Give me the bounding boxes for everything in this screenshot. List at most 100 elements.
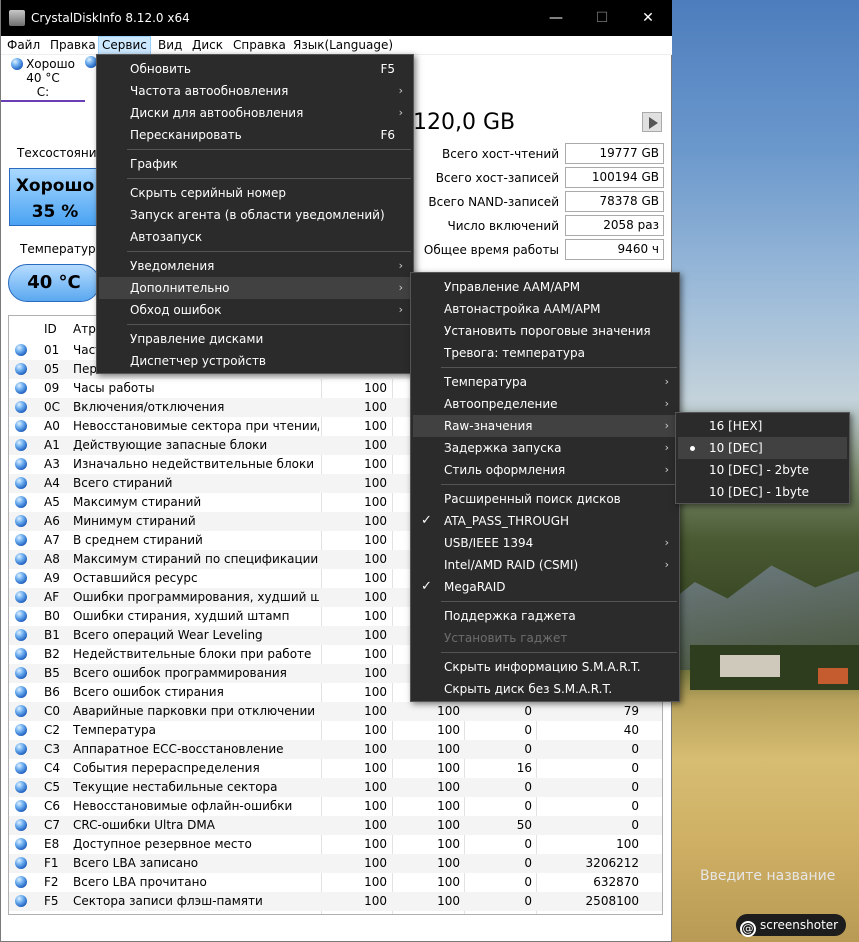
status-orb-icon [15,876,27,888]
table-row[interactable]: C2 Температура 100 100 0 40 [9,721,662,740]
menu-help[interactable]: Справка [233,38,286,52]
cell-id: B1 [44,628,60,642]
menu-item-graph[interactable]: График [97,153,413,175]
menu-item-thresholds[interactable]: Установить пороговые значения [411,320,679,342]
cell-current: 100 [364,609,387,623]
cell-id: F2 [44,875,59,889]
menu-item-rescan[interactable]: Пересканировать F6 [97,124,413,146]
menu-item-autostart[interactable]: Автозапуск [97,226,413,248]
menu-item-autorefresh-frequency[interactable]: Частота автообновления › [97,80,413,102]
menu-item-disk-management[interactable]: Управление дисками [97,328,413,350]
menu-item-notifications[interactable]: Уведомления › [97,255,413,277]
menu-item-label: 10 [DEC] - 2byte [709,463,810,477]
minimize-button[interactable]: — [533,0,579,36]
cell-id: C4 [44,761,61,775]
menu-language[interactable]: Язык(Language) [293,38,393,52]
table-row[interactable]: C4 События перераспределения 100 100 16 0 [9,759,662,778]
table-row[interactable]: C7 CRC-ошибки Ultra DMA 100 100 50 0 [9,816,662,835]
menu-item-advanced[interactable]: Дополнительно › [99,277,411,299]
status-orb-icon [15,762,27,774]
menu-item-raw-values[interactable]: Raw-значения › [413,415,677,437]
cell-id: A0 [44,419,60,433]
menu-item-error-bypass[interactable]: Обход ошибок › [97,299,413,321]
menu-service[interactable]: Сервис [98,36,151,55]
table-row[interactable]: F2 Всего LBA прочитано 100 100 0 632870 [9,873,662,892]
menu-edit[interactable]: Правка [50,38,96,52]
menu-item-label: Расширенный поиск дисков [444,492,621,506]
chevron-right-icon: › [398,106,403,119]
menu-item-usb[interactable]: USB/IEEE 1394 › [411,532,679,554]
menu-item-raw-dec[interactable]: 10 [DEC] [678,437,847,459]
menu-item-raw-dec-1byte[interactable]: 10 [DEC] - 1byte [676,481,849,503]
advanced-submenu: Управление AAM/APM Автонастройка AAM/APM… [410,272,680,702]
menu-item-ata-pass-through[interactable]: ✓ ATA_PASS_THROUGH [411,510,679,532]
menu-item-alarm-temperature[interactable]: Тревога: температура [411,342,679,364]
table-row[interactable]: C5 Текущие нестабильные сектора 100 100 0 0 [9,778,662,797]
title-bar[interactable]: CrystalDiskInfo 8.12.0 x64 — ☐ ✕ [1,0,672,36]
cell-attribute: Максимум стираний [73,495,202,509]
cell-attribute: Сектора записи флэш-памяти [73,894,263,908]
menu-separator [127,178,411,179]
menu-item-style[interactable]: Стиль оформления › [411,459,679,481]
header-id[interactable]: ID [44,320,57,339]
disk-tab-c[interactable]: Хорошо 40 °C C: [1,56,85,102]
menu-item-autodetect[interactable]: Автоопределение › [411,393,679,415]
cell-raw: 632870 [593,875,639,889]
menu-item-label: ATA_PASS_THROUGH [444,514,570,528]
stat-value: 2058 раз [565,215,664,236]
cell-id: 05 [44,362,60,376]
menu-item-device-manager[interactable]: Диспетчер устройств [97,350,413,372]
cell-current: 100 [364,723,387,737]
table-row[interactable]: E8 Доступное резервное место 100 100 0 100 [9,835,662,854]
menu-item-startup-delay[interactable]: Задержка запуска › [411,437,679,459]
menu-item-refresh[interactable]: Обновить F5 [97,58,413,80]
menu-item-raw-hex[interactable]: 16 [HEX] [676,415,849,437]
menu-item-hide-no-smart[interactable]: Скрыть диск без S.M.A.R.T. [411,678,679,700]
menu-item-label: Автоопределение [444,397,558,411]
menu-item-agent[interactable]: Запуск агента (в области уведомлений) [97,204,413,226]
menu-item-install-gadget: Установить гаджет [411,627,679,649]
menu-item-gadget-support[interactable]: Поддержка гаджета [411,605,679,627]
health-status-box[interactable]: Хорошо 35 % [9,168,101,226]
menu-separator [441,601,677,602]
cell-current: 100 [364,400,387,414]
status-orb-icon [15,553,27,565]
chevron-right-icon: › [664,536,669,549]
menu-item-label: 10 [DEC] - 1byte [709,485,810,499]
table-row[interactable]: C3 Аппаратное ECC-восстановление 100 100 0 0 [9,740,662,759]
chevron-right-icon: › [398,259,403,272]
cell-threshold: 0 [524,837,532,851]
cell-id: E8 [44,837,60,851]
menu-file[interactable]: Файл [7,38,40,52]
cell-current: 100 [364,856,387,870]
chevron-right-icon: › [664,419,669,432]
menu-item-aam-auto[interactable]: Автонастройка AAM/APM [411,298,679,320]
table-row[interactable]: C0 Аварийные парковки при отключении пи..… [9,702,662,721]
maximize-button[interactable]: ☐ [579,0,625,36]
menu-item-hide-smart[interactable]: Скрыть информацию S.M.A.R.T. [411,656,679,678]
table-row[interactable]: C6 Невосстановимые офлайн-ошибки 100 100 0 0 [9,797,662,816]
menu-disk[interactable]: Диск [192,38,223,52]
menu-item-aam-apm[interactable]: Управление AAM/APM [411,276,679,298]
menu-item-label: Управление AAM/APM [444,280,581,294]
close-button[interactable]: ✕ [625,0,671,36]
cell-current: 100 [364,476,387,490]
menu-item-extended-search[interactable]: Расширенный поиск дисков [411,488,679,510]
menu-view[interactable]: Вид [158,38,182,52]
menu-item-autorefresh-disks[interactable]: Диски для автообновления › [97,102,413,124]
cell-current: 100 [364,552,387,566]
table-row[interactable]: F1 Всего LBA записано 100 100 0 3206212 [9,854,662,873]
temperature-box[interactable]: 40 °C [8,264,100,302]
cell-current: 100 [364,742,387,756]
menu-item-temperature[interactable]: Температура › [411,371,679,393]
menu-item-raw-dec-2byte[interactable]: 10 [DEC] - 2byte [676,459,849,481]
health-label: Техсостояние [17,146,104,160]
status-orb-icon [15,743,27,755]
cell-threshold: 0 [524,704,532,718]
menu-item-megaraid[interactable]: ✓ MegaRAID [411,576,679,598]
menu-item-label: Скрыть информацию S.M.A.R.T. [444,660,641,674]
table-row[interactable]: F5 Сектора записи флэш-памяти 100 100 0 25081… [9,892,662,911]
menu-item-intel-raid[interactable]: Intel/AMD RAID (CSMI) › [411,554,679,576]
menu-item-hide-serial[interactable]: Скрыть серийный номер [97,182,413,204]
play-icon[interactable] [642,112,662,132]
